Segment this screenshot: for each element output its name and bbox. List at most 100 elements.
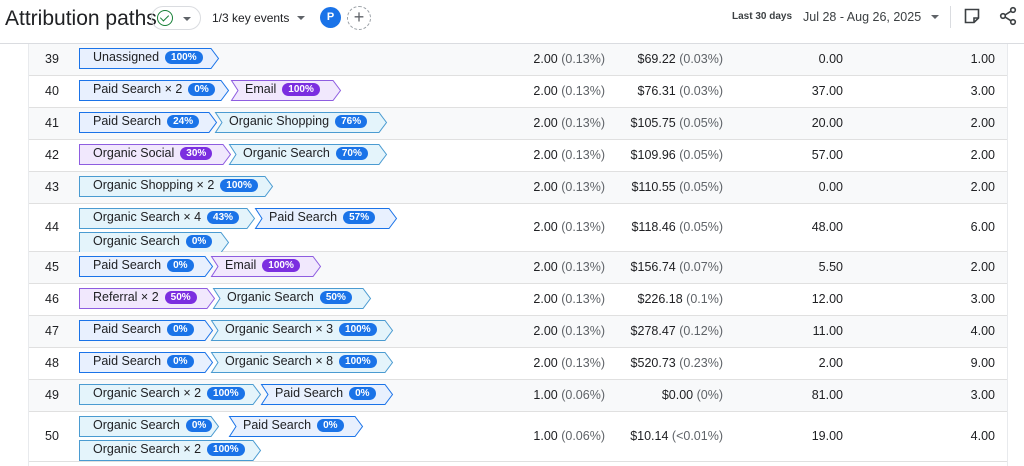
notes-icon[interactable] [963,7,981,25]
key-events-cell-value: 2.00 [533,180,558,194]
chip-label: Paid Search [243,418,312,432]
revenue-cell: $109.96 (0.05%) [631,148,723,162]
row-index: 41 [45,116,59,130]
path-chip[interactable]: Paid Search 0% [260,384,394,405]
path-chip[interactable]: Organic Search × 3 100% [210,320,394,341]
days-cell: 0.00 [819,52,843,66]
credit-badge: 0% [167,355,194,368]
path-chip[interactable]: Organic Search × 4 43% [79,208,256,229]
path-chip[interactable]: Referral × 2 50% [79,288,216,309]
path-chip[interactable]: Organic Shopping × 2 100% [79,176,274,197]
chip-label: Organic Search × 3 [225,322,334,336]
touchpoints-cell-value: 1.00 [970,52,995,66]
days-cell-value: 19.00 [811,429,843,443]
key-events-cell: 2.00 (0.13%) [533,84,605,98]
row-index: 44 [45,220,59,234]
key-events-cell-percent: (0.13%) [561,84,605,98]
path-chip[interactable]: Organic Search × 2 100% [79,384,262,405]
key-events-label: 1/3 key events [212,11,290,25]
key-events-cell-percent: (0.13%) [561,292,605,306]
path-chip[interactable]: Paid Search 0% [228,416,364,437]
table-row: 45 Paid Search 0% Email 100% 2.00 (0.13%) $156… [29,252,1007,284]
touchpoints-cell-value: 6.00 [970,220,995,234]
days-cell-value: 57.00 [811,148,843,162]
credit-badge: 0% [349,387,376,400]
days-cell-value: 37.00 [811,84,843,98]
credit-badge: 57% [343,211,376,224]
key-events-cell-percent: (0.13%) [561,148,605,162]
days-cell: 5.50 [819,260,843,274]
chevron-down-icon [183,17,191,21]
revenue-cell-value: $76.31 [637,84,676,98]
days-cell: 20.00 [812,116,843,130]
report-header: Attribution paths 1/3 key events P + Las… [0,0,1024,44]
path-chip[interactable]: Organic Shopping 76% [214,112,388,133]
path-chip[interactable]: Paid Search 57% [254,208,398,229]
key-events-dropdown[interactable]: 1/3 key events [212,11,305,25]
row-index: 39 [45,52,59,66]
revenue-cell-percent: (0.1%) [686,292,723,306]
touchpoints-cell-value: 2.00 [970,180,995,194]
table-row: 46 Referral × 2 50% Organic Search 50% 2.00 (… [29,284,1007,316]
touchpoints-cell-value: 4.00 [970,324,995,338]
path-chip[interactable]: Paid Search 0% [79,352,214,373]
key-events-cell: 2.00 (0.13%) [533,220,605,234]
share-icon[interactable] [998,6,1018,26]
chip-label: Organic Search [227,290,314,304]
avatar[interactable]: P [320,7,341,28]
revenue-cell: $156.74 (0.07%) [631,260,723,274]
key-events-cell-value: 2.00 [533,84,558,98]
revenue-cell: $10.14 (<0.01%) [630,429,723,443]
table-row: 42 Organic Social 30% Organic Search 70% 2.00… [29,140,1007,172]
path-chip[interactable]: Organic Search 70% [228,144,388,165]
row-index: 40 [45,84,59,98]
key-events-cell-value: 2.00 [533,324,558,338]
credit-badge: 100% [207,387,245,400]
days-cell-value: 0.00 [818,180,843,194]
path-chip[interactable]: Paid Search 0% [79,320,214,341]
path-chip[interactable]: Paid Search 0% [79,256,214,277]
chip-label: Paid Search [93,258,162,272]
path-chip[interactable]: Organic Search 50% [212,288,372,309]
days-cell-value: 20.00 [811,116,843,130]
key-events-cell-value: 2.00 [533,148,558,162]
path-chip[interactable]: Organic Social 30% [79,144,232,165]
chip-label: Paid Search [275,386,344,400]
date-range-picker[interactable]: Jul 28 - Aug 26, 2025 [803,10,921,24]
chip-label: Organic Search [93,418,180,432]
credit-badge: 70% [335,147,368,160]
chip-label: Email [225,258,257,272]
path-chip[interactable]: Organic Search × 8 100% [210,352,394,373]
table-row: 40 Paid Search × 2 0% Email 100% 2.00 (0.13%)… [29,76,1007,108]
path-chip[interactable]: Paid Search 24% [79,112,218,133]
revenue-cell-percent: (<0.01%) [671,429,723,443]
credit-badge: 0% [317,419,344,432]
revenue-cell: $76.31 (0.03%) [638,84,724,98]
key-events-cell-value: 2.00 [533,116,558,130]
path-chip[interactable]: Email 100% [210,256,322,277]
path-chip[interactable]: Paid Search × 2 0% [79,80,230,101]
path-chip[interactable]: Organic Search × 2 100% [79,440,262,461]
days-cell-value: 2.00 [818,356,843,370]
days-cell: 37.00 [812,84,843,98]
revenue-cell-percent: (0.05%) [679,220,723,234]
touchpoints-cell: 3.00 [971,292,995,306]
key-events-cell-value: 1.00 [533,429,558,443]
path-chip[interactable]: Email 100% [230,80,342,101]
report-status-dropdown[interactable] [151,6,201,30]
days-cell: 2.00 [819,356,843,370]
key-events-cell-percent: (0.06%) [561,388,605,402]
chip-label: Organic Search × 4 [93,210,202,224]
row-index: 49 [45,388,59,402]
key-events-cell-percent: (0.13%) [561,324,605,338]
credit-badge: 24% [167,115,200,128]
add-comparison-button[interactable]: + [347,6,371,30]
days-cell: 12.00 [812,292,843,306]
path-chip[interactable]: Organic Search 0% [79,232,230,253]
path-chip[interactable]: Organic Search 0% [79,416,220,437]
chevron-down-icon[interactable] [931,15,939,19]
key-events-cell-value: 1.00 [533,388,558,402]
path-chip[interactable]: Unassigned 100% [79,48,220,69]
credit-badge: 0% [185,235,213,248]
days-cell-value: 5.50 [818,260,843,274]
